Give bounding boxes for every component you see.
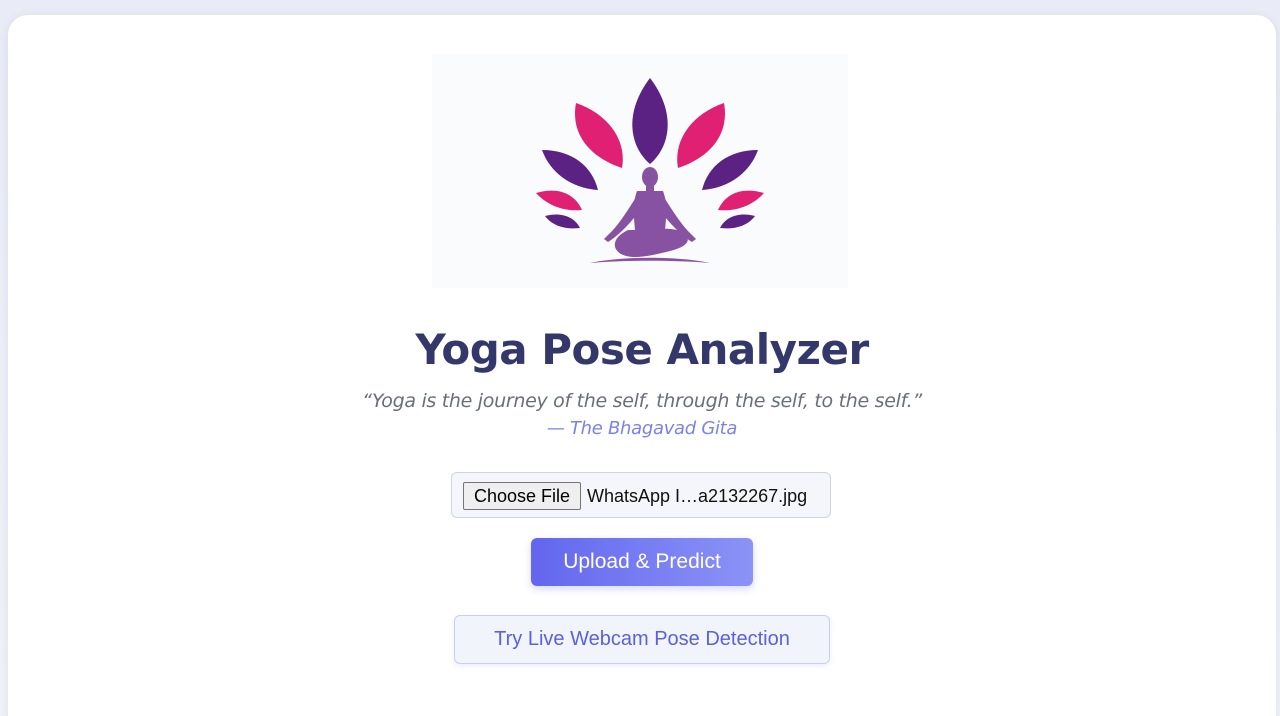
logo-image [432,54,848,288]
logo-leaf-upper-right [677,103,725,168]
logo-leaf-bottom-right [720,214,755,229]
selected-file-name: WhatsApp I…a2132267.jpg [587,486,808,506]
choose-file-button[interactable]: Choose File [463,482,581,510]
page-title: Yoga Pose Analyzer [415,325,869,374]
quote-attribution: — The Bhagavad Gita [546,418,738,439]
quote-text: “Yoga is the journey of the self, throug… [362,390,922,412]
logo-leaf-bottom-left [545,214,580,229]
lotus-meditation-icon [536,78,764,263]
logo-leaf-center [632,78,668,164]
logo-ground [590,257,710,263]
logo-leaf-mid-left [542,150,598,190]
logo-leaf-upper-left [575,103,623,168]
file-input[interactable]: Choose File WhatsApp I…a2132267.jpg [451,472,831,518]
logo-figure [604,167,696,258]
logo-leaf-low-left [536,190,582,211]
webcam-detection-button[interactable]: Try Live Webcam Pose Detection [454,615,830,664]
upload-predict-button[interactable]: Upload & Predict [531,538,753,586]
logo-leaf-low-right [718,190,764,211]
main-card: Yoga Pose Analyzer “Yoga is the journey … [8,15,1276,716]
logo-leaf-mid-right [702,150,758,190]
